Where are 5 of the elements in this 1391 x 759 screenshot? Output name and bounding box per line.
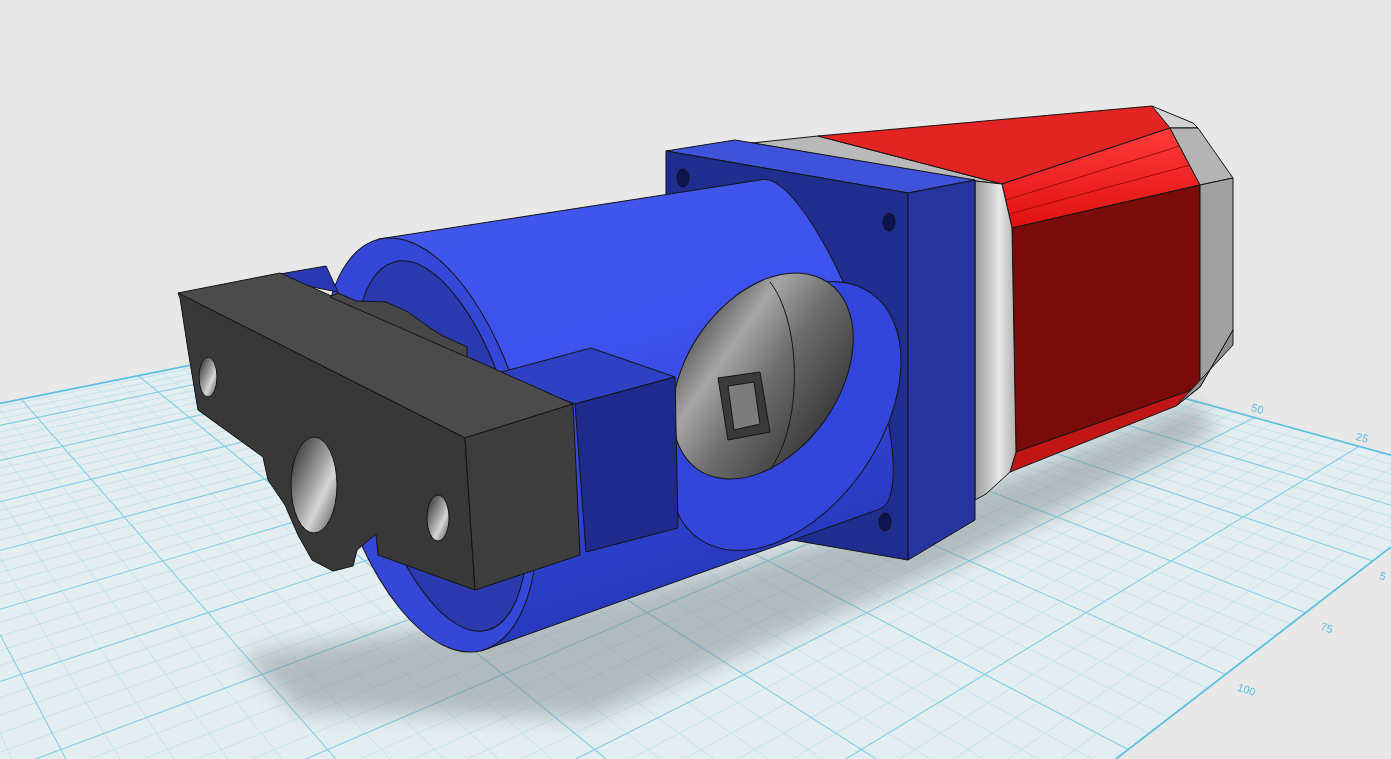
grid-ruler-label: 25 (1354, 430, 1370, 445)
grid-ruler-label: 50 (1250, 401, 1266, 417)
grid-ruler-label: 5 (1378, 569, 1388, 583)
grid-ruler-label: 100 (1235, 680, 1258, 698)
grid-ruler-label: 75 (1319, 620, 1335, 636)
